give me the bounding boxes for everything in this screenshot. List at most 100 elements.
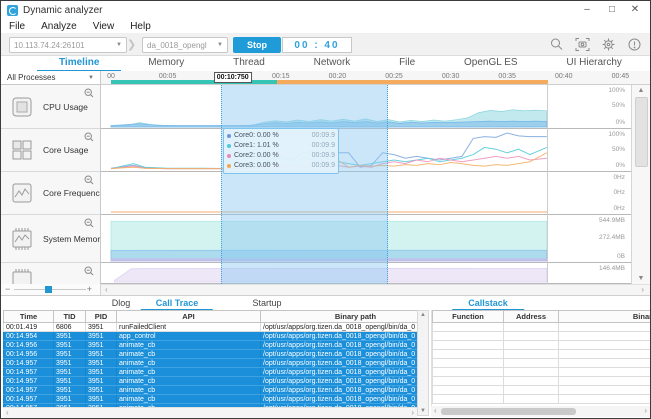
chart-row-label-core-usage[interactable]: Core Usage [1, 129, 100, 172]
tab-thread[interactable]: Thread [233, 56, 265, 71]
column-header-pid[interactable]: PID [86, 311, 117, 323]
table-row[interactable]: 00:14.95739513951animate_cb/opt/usr/apps… [4, 368, 418, 377]
column-header-binary-path[interactable]: Binary path [261, 311, 418, 323]
table-row[interactable] [433, 395, 651, 404]
table-cell: 00:14.954 [4, 332, 54, 341]
table-cell: 00:14.957 [4, 368, 54, 377]
memory-icon [9, 226, 35, 252]
table-cell: 3951 [54, 350, 86, 359]
column-header-address[interactable]: Address [504, 311, 559, 323]
tab-opengl-es[interactable]: OpenGL ES [464, 56, 518, 71]
table-row[interactable]: 00:14.95739513951animate_cb/opt/usr/apps… [4, 395, 418, 404]
timeline-ruler[interactable]: 0000:0500:1500:2000:2500:3000:3500:4000:… [101, 71, 650, 85]
process-filter-dropdown[interactable]: All Processes▼ [1, 71, 101, 85]
minimize-button[interactable]: – [576, 1, 598, 19]
app-icon [7, 5, 18, 16]
scroll-up-icon[interactable]: ▲ [632, 87, 650, 94]
chart-vertical-scrollbar[interactable]: ▲ ▼ [631, 85, 650, 284]
table-row[interactable]: 00:14.95739513951animate_cb/opt/usr/apps… [4, 386, 418, 395]
scroll-left-icon[interactable]: ‹ [105, 285, 108, 295]
scroll-right-icon[interactable]: › [411, 408, 414, 418]
toolbar: 10.113.74.24:26101▼ ❯ da_0018_opengl▼ St… [1, 34, 650, 56]
tab-network[interactable]: Network [314, 56, 351, 71]
application-select[interactable]: da_0018_opengl▼ [142, 37, 228, 53]
chart-row-label-system-memory[interactable]: System Memory [1, 215, 100, 263]
table-cell: /opt/usr/apps/org.tizen.da_0018_opengl/b… [261, 395, 418, 404]
call-trace-vertical-scrollbar[interactable]: ▲ ▼ [417, 310, 429, 416]
table-row[interactable] [433, 341, 651, 350]
tab-memory[interactable]: Memory [148, 56, 184, 71]
main-tab-bar: Timeline Memory Thread Network File Open… [1, 56, 650, 71]
series-color-dot [227, 144, 231, 148]
scroll-left-icon[interactable]: ‹ [434, 406, 437, 416]
scroll-right-icon[interactable]: › [641, 285, 644, 295]
table-row[interactable]: 00:14.95639513951animate_cb/opt/usr/apps… [4, 350, 418, 359]
timeline-selection-region[interactable] [221, 85, 389, 284]
table-cell [504, 332, 559, 341]
about-info-icon[interactable] [627, 37, 642, 52]
table-row[interactable] [433, 368, 651, 377]
call-trace-horizontal-scrollbar[interactable]: ‹ › [3, 407, 417, 418]
series-color-dot [227, 164, 231, 168]
column-header-time[interactable]: Time [4, 311, 54, 323]
table-row[interactable] [433, 386, 651, 395]
chart-row-label-process-memory[interactable] [1, 263, 100, 284]
menu-help[interactable]: Help [122, 21, 159, 32]
scroll-left-icon[interactable]: ‹ [6, 408, 9, 418]
zoom-out-icon[interactable] [84, 266, 94, 276]
column-header-api[interactable]: API [117, 311, 261, 323]
zoom-minus-button[interactable]: − [5, 284, 10, 295]
table-row[interactable] [433, 359, 651, 368]
table-row[interactable]: 00:14.95639513951animate_cb/opt/usr/apps… [4, 341, 418, 350]
column-header-binary-path[interactable]: Binary path [559, 311, 651, 323]
table-row[interactable]: 00:14.95739513951animate_cb/opt/usr/apps… [4, 377, 418, 386]
table-cell: 3951 [54, 395, 86, 404]
axis-label: 100% [608, 131, 625, 138]
menu-view[interactable]: View [85, 21, 123, 32]
settings-gear-icon[interactable] [601, 37, 616, 52]
scrollbar-thumb[interactable] [635, 97, 648, 167]
menu-analyze[interactable]: Analyze [33, 21, 85, 32]
screenshot-icon[interactable] [575, 37, 590, 52]
close-button[interactable]: ✕ [624, 1, 646, 19]
tab-ui-hierarchy[interactable]: UI Hierarchy [566, 56, 622, 71]
tab-callstack[interactable]: Callstack [468, 298, 508, 308]
zoom-out-icon[interactable] [84, 218, 94, 228]
column-header-tid[interactable]: TID [54, 311, 86, 323]
tooltip-core-entry: Core2: 0.00 %00:09.9 [227, 151, 335, 161]
zoom-out-icon[interactable] [84, 175, 94, 185]
table-row[interactable]: 00:01.41968063951runFailedClient/opt/usr… [4, 323, 418, 332]
chart-row-label-core-frequency[interactable]: Core Frequency [1, 172, 100, 215]
zoom-plus-button[interactable]: + [87, 284, 92, 295]
table-row[interactable]: 00:14.95439513951app_control/opt/usr/app… [4, 332, 418, 341]
chart-horizontal-scrollbar[interactable]: ‹ › [101, 284, 650, 295]
scroll-right-icon[interactable]: › [644, 406, 647, 416]
search-icon[interactable] [549, 37, 564, 52]
menu-file[interactable]: File [1, 21, 33, 32]
chart-row-label-cpu-usage[interactable]: CPU Usage [1, 85, 100, 129]
slider-thumb[interactable] [45, 286, 52, 293]
table-row[interactable] [433, 377, 651, 386]
zoom-out-icon[interactable] [84, 132, 94, 142]
tab-timeline[interactable]: Timeline [59, 56, 99, 71]
tab-call-trace[interactable]: Call Trace [156, 298, 199, 308]
device-select[interactable]: 10.113.74.24:26101▼ [9, 37, 127, 53]
zoom-out-icon[interactable] [84, 88, 94, 98]
tab-dlog[interactable]: Dlog [112, 298, 131, 308]
table-row[interactable] [433, 350, 651, 359]
tab-startup[interactable]: Startup [252, 298, 281, 308]
stop-button[interactable]: Stop [233, 37, 281, 53]
table-row[interactable]: 00:14.95739513951animate_cb/opt/usr/apps… [4, 359, 418, 368]
scroll-up-icon[interactable]: ▲ [418, 312, 428, 318]
scroll-down-icon[interactable]: ▼ [632, 275, 650, 282]
tab-file[interactable]: File [399, 56, 415, 71]
table-row[interactable] [433, 332, 651, 341]
table-row[interactable] [433, 323, 651, 332]
callstack-horizontal-scrollbar[interactable]: ‹ › [431, 406, 650, 417]
scrollbar-thumb[interactable] [441, 408, 576, 415]
time-marker[interactable]: 00:10:750 [214, 72, 252, 83]
table-cell: 3951 [86, 350, 117, 359]
maximize-button[interactable]: □ [601, 1, 623, 19]
column-header-function[interactable]: Function [433, 311, 504, 323]
scroll-down-icon[interactable]: ▼ [418, 408, 428, 414]
